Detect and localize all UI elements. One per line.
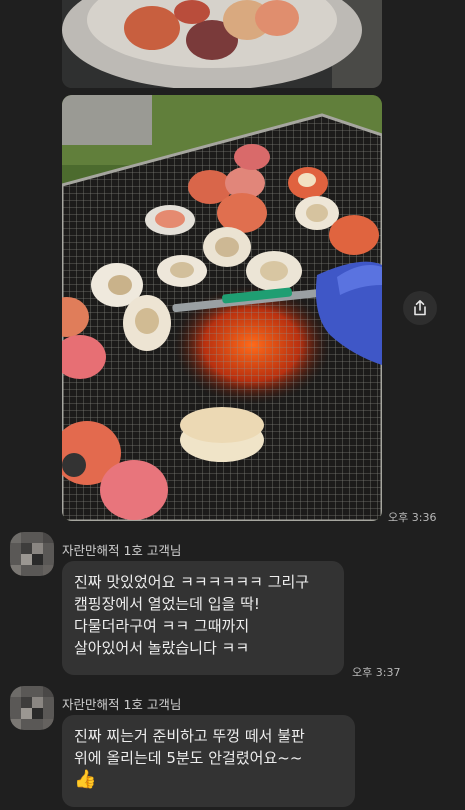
chat-photo-grill[interactable] [62,95,382,521]
message-text-line: 진짜 맛있었어요 ㅋㅋㅋㅋㅋㅋ 그리구 [74,573,310,591]
message-text-line: 캠핑장에서 열었는데 입을 딱! [74,595,260,613]
message-timestamp: 오후 3:37 [352,666,401,679]
message-text-line: 살아있어서 놀랐습니다 ㅋㅋ [74,639,250,657]
thumbs-up-emoji: 👍 [74,769,97,790]
share-icon [414,300,426,316]
sender-name: 자란만해적 1호 고객님 [62,543,182,558]
scallops-on-grill-image [62,95,382,521]
message-text-line: 다물더라구여 ㅋㅋ 그때까지 [74,617,250,635]
scallop-pot-image [62,0,382,88]
chat-photo-previous[interactable] [62,0,382,88]
share-button[interactable] [403,291,437,325]
message-bubble[interactable]: 진짜 찌는거 준비하고 뚜껑 떼서 불판 위에 올리는데 5분도 안걸렸어요~~… [62,715,355,807]
message-text-line: 진짜 찌는거 준비하고 뚜껑 떼서 불판 [74,727,305,745]
avatar[interactable] [10,532,54,576]
pixelated-avatar-image [10,686,54,730]
message-bubble[interactable]: 진짜 맛있었어요 ㅋㅋㅋㅋㅋㅋ 그리구 캠핑장에서 열었는데 입을 딱! 다물더… [62,561,344,675]
sender-name: 자란만해적 1호 고객님 [62,697,182,712]
pixelated-avatar-image [10,532,54,576]
message-text-line: 위에 올리는데 5분도 안걸렸어요~~ [74,749,303,767]
avatar[interactable] [10,686,54,730]
message-timestamp: 오후 3:36 [388,511,437,524]
